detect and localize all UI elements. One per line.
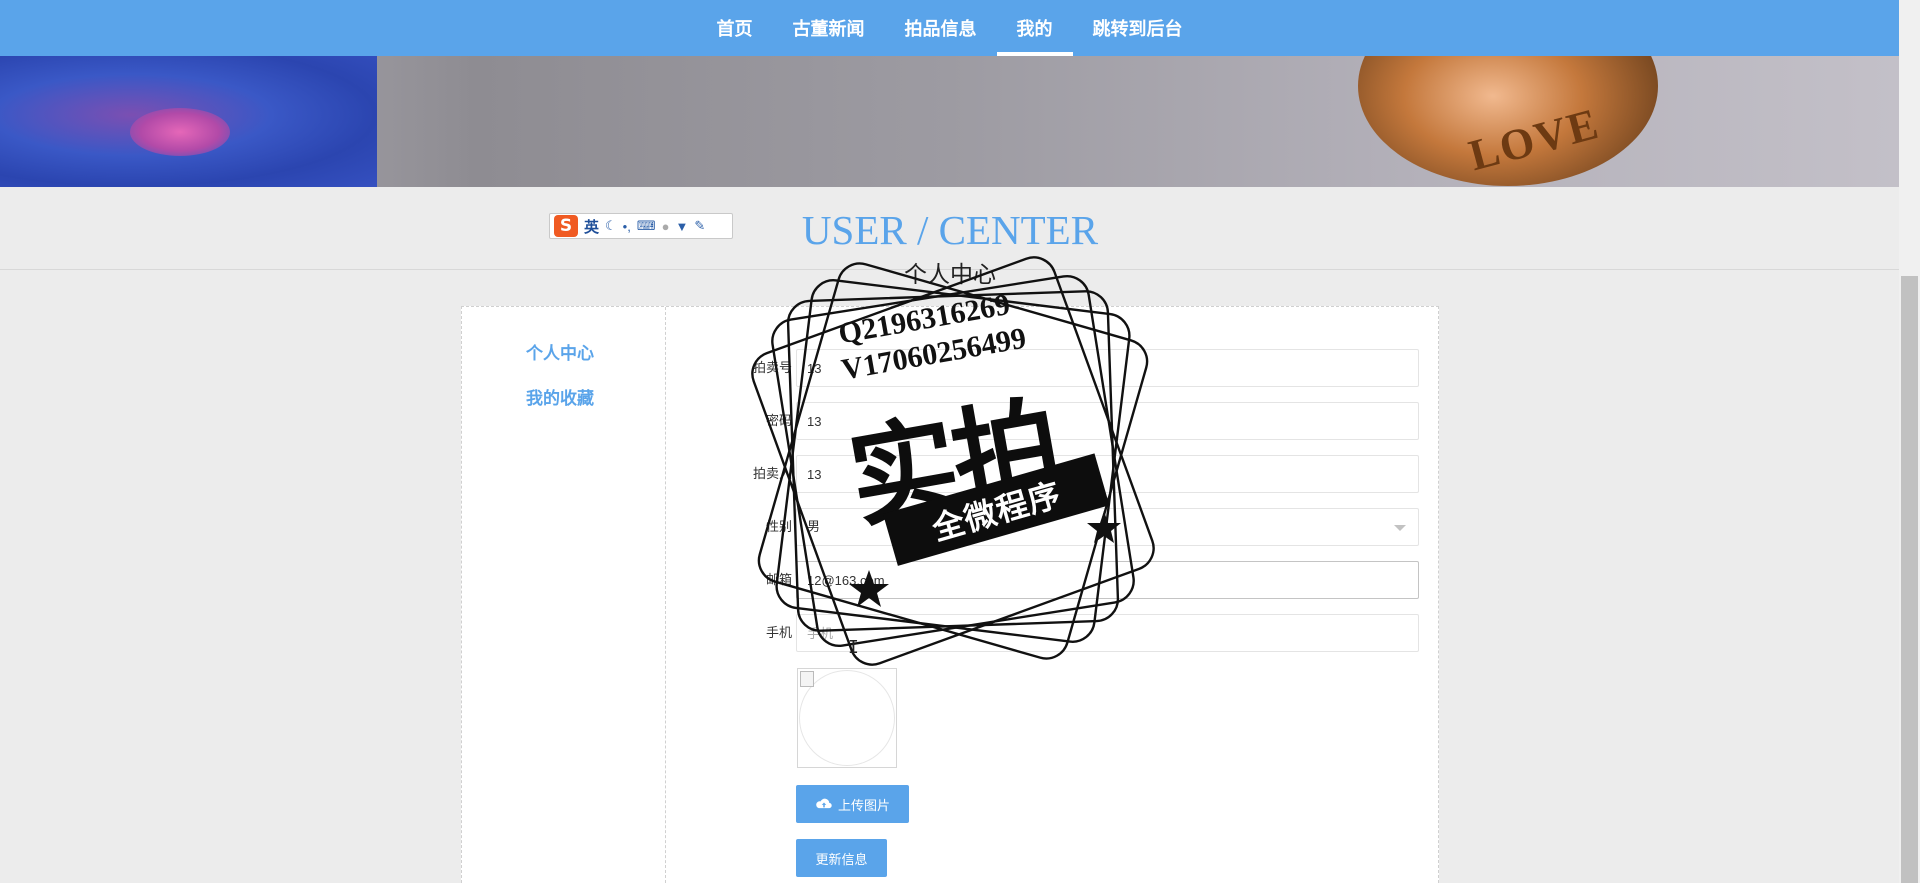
sidebar-item-user-center[interactable]: 个人中心 <box>526 339 594 364</box>
auction-number-label: 拍卖号 <box>752 360 792 375</box>
nav-item-auction-items[interactable]: 拍品信息 <box>885 0 997 56</box>
hero-banner: LOVE <box>0 56 1899 187</box>
auctioneer-input[interactable] <box>796 455 1419 493</box>
upload-image-button[interactable]: 上传图片 <box>796 785 909 823</box>
email-label: 邮箱 <box>765 572 792 587</box>
sidebar-item-favorites[interactable]: 我的收藏 <box>526 384 594 409</box>
upload-image-label: 上传图片 <box>837 797 890 813</box>
gender-select[interactable]: 男 <box>796 508 1419 546</box>
banner-heart-shape <box>130 108 230 156</box>
user-icon[interactable]: ● <box>662 219 670 234</box>
avatar-preview <box>797 668 897 768</box>
phone-label: 手机 <box>765 625 792 640</box>
nav-item-admin[interactable]: 跳转到后台 <box>1073 0 1203 56</box>
nav-item-home[interactable]: 首页 <box>697 0 773 56</box>
page-subtitle: 个人中心 <box>904 261 996 287</box>
form-row-phone: 手机 <box>712 614 1428 652</box>
cloud-upload-icon <box>816 798 832 809</box>
update-info-label: 更新信息 <box>815 851 868 867</box>
form-row-auction-number: 拍卖号 <box>712 349 1428 387</box>
wrench-icon[interactable]: ✎ <box>694 218 705 234</box>
phone-input[interactable] <box>796 614 1419 652</box>
keyboard-icon[interactable]: ⌨ <box>637 218 656 234</box>
punctuation-icon[interactable]: •, <box>623 219 631 234</box>
email-input[interactable] <box>796 561 1419 599</box>
page-title: USER / CENTER <box>801 207 1099 253</box>
password-label: 密码 <box>765 413 792 428</box>
scrollbar-thumb[interactable] <box>1901 276 1918 883</box>
gender-selected-value: 男 <box>807 519 821 534</box>
ime-language-toggle[interactable]: 英 <box>584 216 599 237</box>
form-row-auctioneer: 拍卖人 <box>712 455 1428 493</box>
gender-label: 性别 <box>765 519 792 534</box>
user-center-panel: 个人中心 我的收藏 拍卖号 密码 拍卖人 性别 男 邮箱 手机 <box>461 306 1439 883</box>
broken-image-icon <box>800 671 814 687</box>
page-scrollbar[interactable] <box>1899 0 1920 883</box>
nav-item-mine[interactable]: 我的 <box>996 0 1073 56</box>
password-input[interactable] <box>796 402 1419 440</box>
ime-logo-icon[interactable]: S <box>554 215 578 237</box>
ime-toolbar[interactable]: S 英 ☾ •, ⌨ ● ▼ ✎ <box>549 213 733 239</box>
sidebar: 个人中心 我的收藏 <box>462 307 666 883</box>
moon-icon[interactable]: ☾ <box>605 218 617 234</box>
form-row-gender: 性别 男 <box>712 508 1428 546</box>
auctioneer-label: 拍卖人 <box>752 466 792 481</box>
auction-number-input[interactable] <box>796 349 1419 387</box>
top-navigation: 首页 古董新闻 拍品信息 我的 跳转到后台 <box>0 0 1899 56</box>
skin-icon[interactable]: ▼ <box>675 219 688 234</box>
form-row-email: 邮箱 <box>712 561 1428 599</box>
chevron-down-icon <box>1394 525 1406 531</box>
nav-item-antique-news[interactable]: 古董新闻 <box>773 0 885 56</box>
form-row-password: 密码 <box>712 402 1428 440</box>
update-info-button[interactable]: 更新信息 <box>796 839 887 877</box>
